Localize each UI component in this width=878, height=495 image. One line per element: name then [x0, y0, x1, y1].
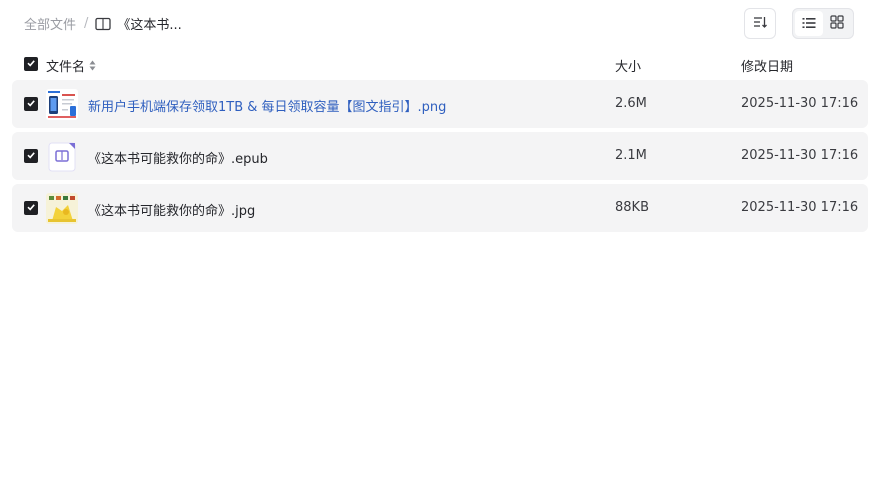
check-icon [26, 149, 36, 164]
file-modified-date: 2025-11-30 17:16 [741, 200, 859, 215]
row-checkbox[interactable] [24, 149, 38, 163]
book-icon [95, 17, 112, 31]
breadcrumb-separator: / [84, 16, 89, 31]
file-size: 88KB [615, 200, 649, 215]
column-name-header[interactable]: 文件名 [46, 56, 96, 75]
check-icon [26, 97, 36, 112]
sort-button[interactable] [744, 8, 776, 39]
list-view-icon [802, 14, 816, 33]
image-thumbnail [46, 89, 78, 120]
table-row[interactable]: 新用户手机端保存领取1TB & 每日领取容量【图文指引】.png 2.6M 20… [12, 80, 868, 128]
select-all-checkbox[interactable] [24, 57, 38, 71]
file-name-link[interactable]: 新用户手机端保存领取1TB & 每日领取容量【图文指引】.png [88, 96, 446, 115]
breadcrumb: 全部文件 / 《这本书... [24, 14, 182, 33]
row-checkbox[interactable] [24, 97, 38, 111]
file-name[interactable]: 《这本书可能救你的命》.epub [88, 148, 268, 167]
file-modified-date: 2025-11-30 17:16 [741, 96, 859, 111]
sort-icon [752, 14, 768, 33]
breadcrumb-root[interactable]: 全部文件 [24, 14, 76, 33]
check-icon [26, 201, 36, 216]
view-toggle [792, 8, 854, 39]
table-row[interactable]: 《这本书可能救你的命》.jpg 88KB 2025-11-30 17:16 [12, 184, 868, 232]
image-thumbnail [46, 193, 78, 224]
column-modified-header[interactable]: 修改日期 [741, 56, 793, 75]
row-checkbox[interactable] [24, 201, 38, 215]
file-modified-date: 2025-11-30 17:16 [741, 148, 859, 163]
check-icon [26, 57, 36, 72]
list-view-button[interactable] [795, 11, 823, 36]
epub-file-icon [46, 141, 78, 172]
column-name-label: 文件名 [46, 60, 86, 75]
breadcrumb-current: 《这本书... [117, 18, 182, 33]
file-size: 2.6M [615, 96, 647, 111]
file-size: 2.1M [615, 148, 647, 163]
grid-view-button[interactable] [823, 11, 851, 36]
file-name[interactable]: 《这本书可能救你的命》.jpg [88, 200, 255, 219]
sort-caret-icon [89, 60, 96, 71]
table-header: 文件名 大小 修改日期 [12, 50, 868, 78]
table-row[interactable]: 《这本书可能救你的命》.epub 2.1M 2025-11-30 17:16 [12, 132, 868, 180]
grid-view-icon [830, 14, 844, 33]
top-bar: 全部文件 / 《这本书... [0, 0, 878, 46]
column-size-header[interactable]: 大小 [615, 56, 641, 75]
